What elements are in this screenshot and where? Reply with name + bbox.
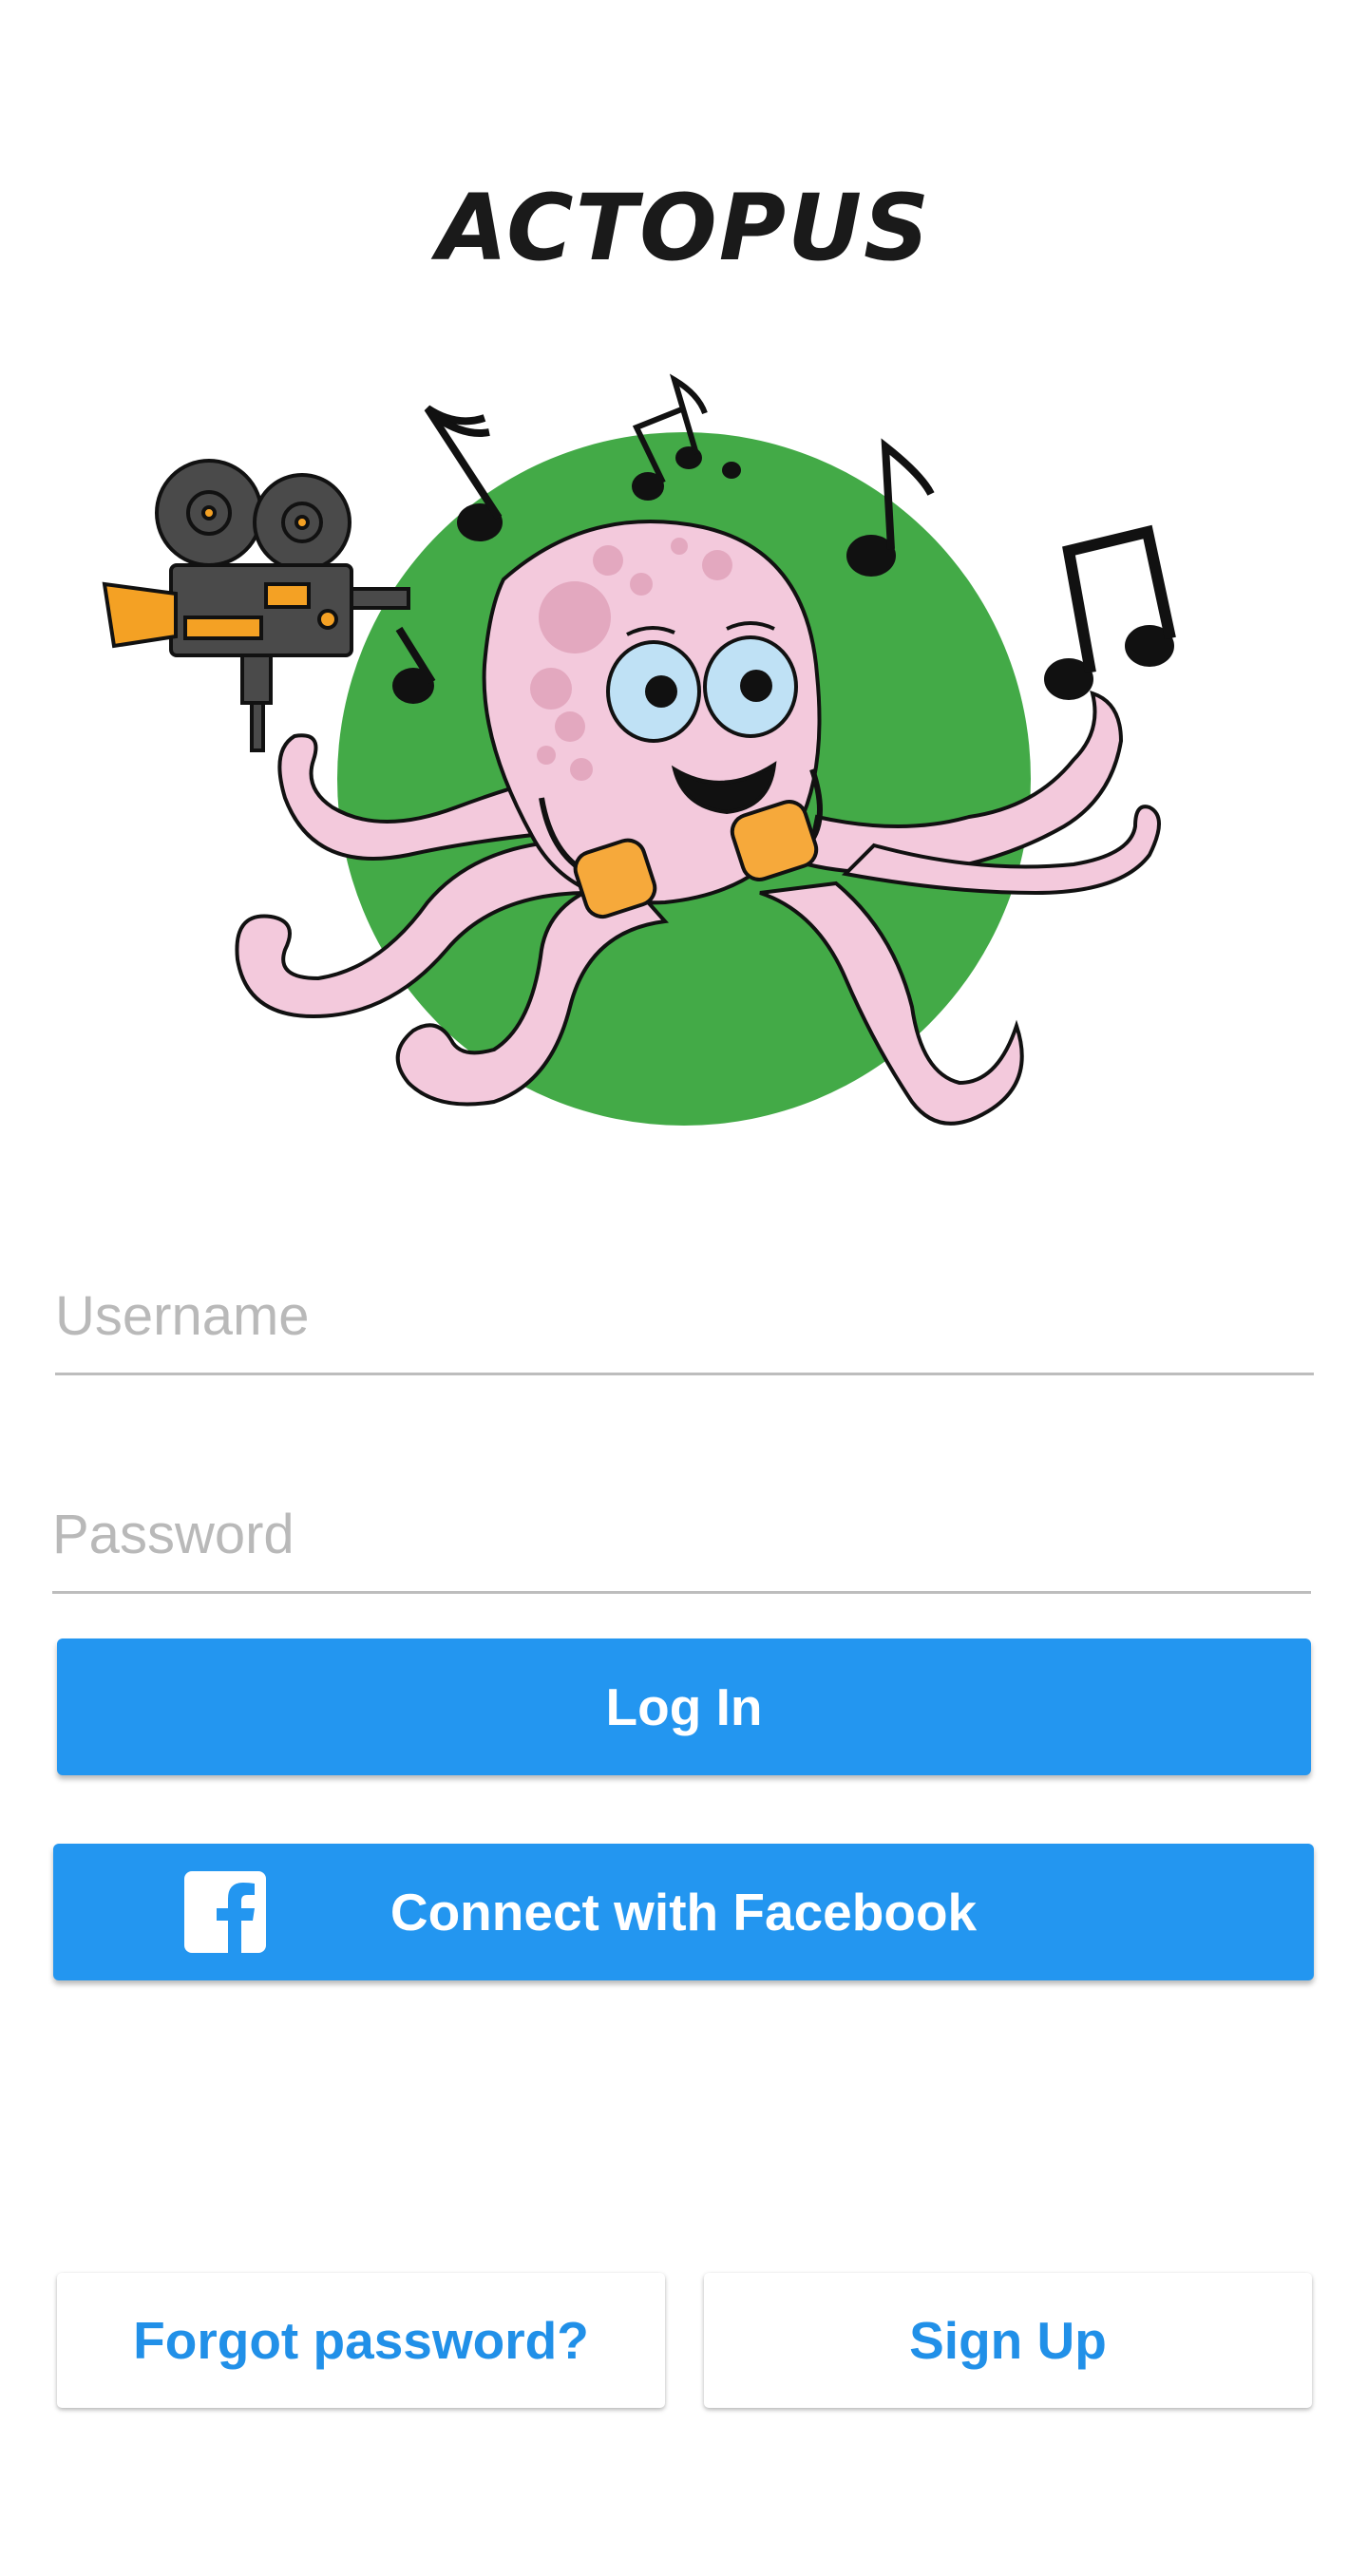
forgot-password-button[interactable]: Forgot password?	[57, 2273, 665, 2408]
signup-label: Sign Up	[909, 2311, 1107, 2370]
app-title: ACTOPUS	[436, 175, 932, 281]
password-field[interactable]	[52, 1477, 1311, 1594]
octopus-mascot	[102, 373, 1176, 1126]
signup-button[interactable]: Sign Up	[704, 2273, 1312, 2408]
login-button-label: Log In	[605, 1677, 763, 1736]
password-input[interactable]	[52, 1503, 1311, 1566]
username-input[interactable]	[55, 1284, 1314, 1348]
facebook-connect-button[interactable]: Connect with Facebook	[53, 1844, 1314, 1980]
facebook-button-label: Connect with Facebook	[390, 1883, 978, 1941]
username-field[interactable]	[55, 1259, 1314, 1375]
forgot-password-label: Forgot password?	[133, 2311, 589, 2370]
facebook-icon	[184, 1871, 266, 1953]
login-button[interactable]: Log In	[57, 1638, 1311, 1775]
